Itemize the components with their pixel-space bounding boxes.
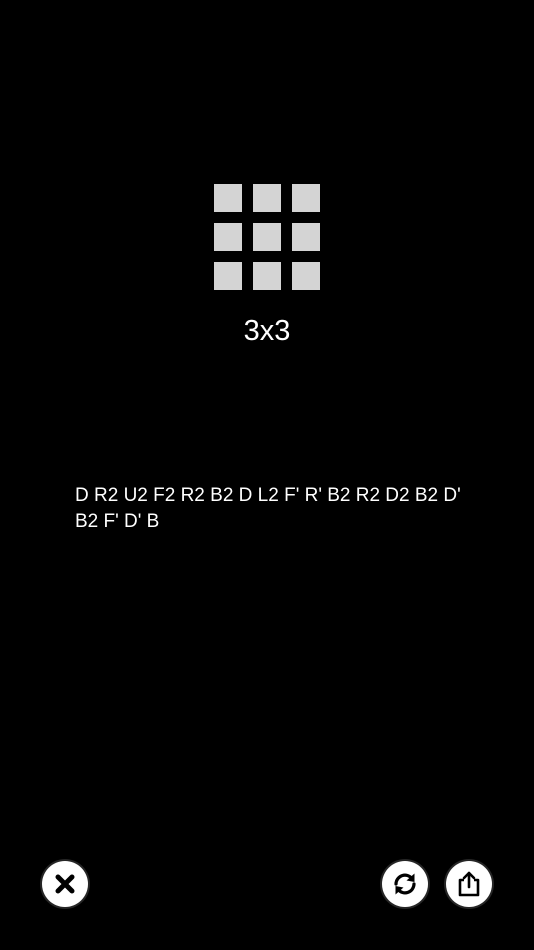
3x3-grid-icon xyxy=(214,184,320,290)
grid-cell xyxy=(253,184,281,212)
grid-cell xyxy=(292,223,320,251)
close-button[interactable] xyxy=(42,861,88,907)
refresh-icon xyxy=(394,873,416,895)
puzzle-type-label: 3x3 xyxy=(243,315,291,347)
grid-cell xyxy=(214,184,242,212)
scramble-screen: 3x3 D R2 U2 F2 R2 B2 D L2 F' R' B2 R2 D2… xyxy=(0,0,534,950)
grid-cell xyxy=(253,223,281,251)
share-button[interactable] xyxy=(446,861,492,907)
refresh-button[interactable] xyxy=(382,861,428,907)
scramble-text: D R2 U2 F2 R2 B2 D L2 F' R' B2 R2 D2 B2 … xyxy=(75,485,461,532)
grid-cell xyxy=(292,184,320,212)
grid-cell xyxy=(292,262,320,290)
grid-cell xyxy=(214,262,242,290)
close-icon xyxy=(55,874,75,894)
grid-cell xyxy=(214,223,242,251)
share-icon xyxy=(458,871,480,897)
grid-cell xyxy=(253,262,281,290)
